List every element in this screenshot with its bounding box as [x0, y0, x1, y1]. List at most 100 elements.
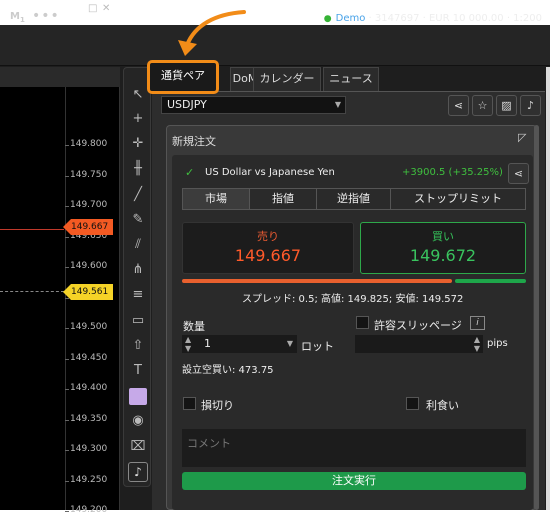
status-dot-icon: ● — [323, 14, 332, 24]
move-icon[interactable]: ✛ — [128, 134, 148, 154]
pen-icon[interactable]: ✎ — [128, 210, 148, 230]
comment-field[interactable]: コメント — [182, 429, 526, 467]
cursor-icon[interactable]: ↖ — [128, 85, 148, 105]
order-title: 新規注文 — [172, 135, 216, 148]
quantity-stepper[interactable]: ▲ ▼ 1 ▼ — [182, 335, 297, 353]
price-label: 149.700 — [70, 200, 108, 210]
price-label: 149.800 — [70, 139, 108, 149]
tab-stop-limit[interactable]: ストップリミット — [391, 189, 525, 209]
bell-icon[interactable]: ♪ — [128, 462, 148, 482]
chart-icon[interactable]: ▨ — [496, 95, 517, 116]
sell-button[interactable]: 売り 149.667 — [182, 222, 354, 274]
chevron-down-icon[interactable]: ▼ — [287, 335, 293, 353]
ask-line — [0, 291, 64, 292]
pitchfork-icon[interactable]: ⋔ — [128, 260, 148, 280]
price-change: +3900.5 (+35.25%) — [402, 167, 503, 178]
pair-name: US Dollar vs Japanese Yen — [205, 167, 335, 178]
alert-bell-icon[interactable]: ♪ — [520, 95, 541, 116]
price-tick — [65, 297, 69, 299]
slippage-checkbox[interactable] — [356, 316, 369, 329]
buy-button[interactable]: 買い 149.672 — [360, 222, 526, 274]
price-tick — [65, 236, 69, 238]
takeprofit-checkbox[interactable] — [406, 397, 419, 410]
price-label: 149.750 — [70, 169, 108, 180]
tab-news[interactable]: ニュース — [323, 67, 379, 91]
rectangle-icon[interactable]: ▭ — [128, 311, 148, 331]
star-icon[interactable]: ☆ — [472, 95, 493, 116]
price-tick — [65, 480, 69, 482]
account-info[interactable]: ● Demo · 3147697 · EUR 10 000.00 · 1:200 — [324, 13, 542, 24]
channel-icon[interactable]: ⫽ — [128, 235, 148, 255]
price-tick — [65, 328, 69, 329]
check-icon: ✓ — [185, 166, 195, 179]
pips-label: pips — [487, 338, 508, 349]
tab-calendar[interactable]: カレンダー — [253, 67, 321, 91]
close-icon[interactable]: ✕ — [102, 3, 110, 14]
price-tick — [65, 267, 69, 268]
circle-icon[interactable]: ◉ — [128, 411, 148, 431]
timeframe-button[interactable]: M1 — [10, 11, 25, 24]
tab-limit[interactable]: 指値 — [250, 189, 317, 209]
quantity-value: 1 — [204, 337, 211, 350]
execute-order-button[interactable]: 注文実行 — [182, 472, 526, 490]
slippage-input[interactable]: ▲ ▼ — [355, 335, 483, 353]
tab-currency-pair[interactable]: 通貨ペア — [147, 60, 219, 94]
sell-ratio-bar — [182, 279, 452, 283]
price-tick — [65, 358, 69, 360]
window-edge — [546, 67, 550, 510]
sell-label: 売り — [257, 230, 279, 243]
share-icon[interactable]: ⋖ — [508, 163, 529, 184]
annotation-arrow-icon — [178, 10, 246, 56]
bid-price-tag: 149.667 — [63, 219, 113, 235]
price-tick — [65, 450, 69, 451]
ask-price-tag: 149.561 — [63, 284, 113, 300]
price-label: 149.600 — [70, 261, 108, 271]
price-tick — [65, 419, 69, 421]
tab-market[interactable]: 市場 — [183, 189, 250, 209]
horizontal-line-icon[interactable]: ╫ — [128, 159, 148, 179]
timeframe-sub: 1 — [19, 16, 25, 24]
tab-stop[interactable]: 逆指値 — [317, 189, 391, 209]
spread-info: スプレッド: 0.5; 高値: 149.825; 安値: 149.572 — [242, 294, 464, 305]
buy-label: 買い — [432, 230, 454, 243]
scrollbar[interactable] — [534, 125, 539, 510]
order-type-tabs: 市場 指値 逆指値 ストップリミット — [182, 188, 526, 210]
camera-icon[interactable]: ⌧ — [128, 437, 148, 457]
slippage-label: 許容スリッページ — [374, 319, 462, 332]
arrow-up-icon[interactable]: ⇧ — [128, 336, 148, 356]
price-axis-divider — [65, 87, 66, 510]
chart-header — [0, 67, 120, 87]
stoploss-checkbox[interactable] — [183, 397, 196, 410]
info-icon[interactable]: i — [470, 316, 485, 330]
crosshair-icon[interactable]: + — [128, 109, 148, 129]
minimize-icon[interactable]: □ — [88, 3, 97, 14]
lot-label: ロット — [301, 340, 334, 353]
text-icon[interactable]: T — [128, 361, 148, 381]
price-label: 149.500 — [70, 322, 108, 332]
bid-line — [0, 229, 64, 230]
price-tick — [65, 175, 69, 177]
chevron-down-icon: ▼ — [334, 100, 341, 109]
price-tick — [65, 511, 69, 512]
price-label: 149.250 — [70, 474, 108, 485]
account-details: · 3147697 · EUR 10 000.00 · 1:200 — [365, 13, 542, 24]
account-mode: Demo — [335, 13, 366, 24]
share-icon[interactable]: ⋖ — [448, 95, 469, 116]
buy-price: 149.672 — [409, 246, 477, 265]
price-label: 149.400 — [70, 383, 108, 393]
stoploss-label: 損切り — [201, 399, 234, 412]
symbol-select[interactable]: USDJPY ▼ — [161, 96, 346, 114]
fibonacci-icon[interactable]: ≡ — [128, 285, 148, 305]
color-swatch-icon[interactable] — [129, 388, 147, 405]
stepper-icon[interactable]: ▲ ▼ — [185, 335, 191, 353]
stepper-icon[interactable]: ▲ ▼ — [474, 335, 480, 353]
takeprofit-label: 利食い — [426, 399, 459, 412]
timeframe-label: M — [10, 11, 20, 22]
more-icon[interactable]: ••• — [32, 8, 60, 24]
sell-price: 149.667 — [234, 246, 302, 265]
trendline-icon[interactable]: ╱ — [128, 185, 148, 205]
expand-icon[interactable]: ◸ — [518, 131, 532, 147]
price-tick — [65, 145, 69, 146]
symbol-value: USDJPY — [167, 98, 207, 111]
panel-tabs: DoM カレンダー ニュース 通貨ペア — [147, 60, 545, 94]
